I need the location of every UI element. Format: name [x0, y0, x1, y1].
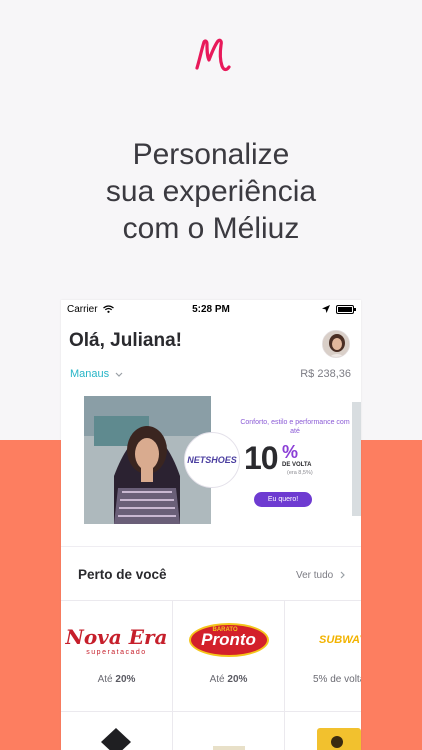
store-card-pronto[interactable]: BARATO Pronto Até 20% — [173, 601, 284, 711]
promo-cta-button[interactable]: Eu quero! — [254, 492, 312, 507]
headline-line-3: com o Méliuz — [122, 212, 300, 245]
store-logo: Nova Era superatacado — [61, 615, 172, 665]
store-card-nova-era[interactable]: Nova Era superatacado Até 20% — [61, 601, 172, 711]
cashback-prefix: Até — [209, 674, 225, 685]
greeting-title: Olá, Juliana! — [69, 330, 182, 351]
netshoes-logo: NETSHOES — [184, 432, 240, 488]
location-arrow-icon — [322, 305, 330, 313]
store-card-partial[interactable] — [285, 712, 361, 750]
next-banner-peek[interactable] — [352, 402, 361, 516]
headline-line-1: Personalize — [132, 138, 290, 171]
store-logo-name: SUBWAY — [319, 634, 361, 646]
chevron-down-icon — [115, 372, 123, 377]
store-card-partial[interactable] — [173, 712, 284, 750]
meliuz-logo-icon — [195, 38, 231, 72]
store-cashback: 5% de volta — [285, 674, 361, 685]
chevron-right-icon — [340, 571, 345, 579]
store-logo-name: Pronto — [201, 630, 256, 649]
cashback-prefix: Até — [97, 674, 113, 685]
promo-percent-sign: % — [282, 442, 299, 462]
see-all-link[interactable]: Ver tudo — [296, 570, 345, 581]
promo-banner[interactable]: NETSHOES Conforto, estilo e performance … — [84, 396, 352, 524]
promo-previous-rate: (era 8,5%) — [287, 470, 313, 476]
avatar[interactable] — [322, 330, 350, 358]
avatar-photo — [323, 331, 349, 357]
promo-suffix: DE VOLTA — [282, 462, 312, 468]
cashback-value: 20% — [115, 674, 136, 685]
store-logo: SUBWAY — [285, 615, 361, 665]
nearby-title: Perto de você — [78, 567, 167, 582]
balance-value[interactable]: R$ 238,36 — [300, 368, 351, 380]
cashback-value: 20% — [227, 674, 248, 685]
store-logo-partial — [101, 728, 131, 750]
store-logo-sub: BARATO — [212, 627, 238, 633]
store-cashback: Até 20% — [173, 674, 284, 685]
promo-tagline: Conforto, estilo e performance com até — [240, 419, 350, 435]
store-logo-sub: superatacado — [86, 648, 147, 656]
phone-screen: Carrier 5:28 PM Olá, Juliana! Manaus R$ … — [61, 300, 361, 750]
cashback-value: 5% de volta — [313, 674, 361, 685]
battery-icon — [336, 305, 356, 314]
promo-percent: 10 — [244, 440, 279, 476]
section-divider — [61, 546, 361, 547]
store-cashback: Até 20% — [61, 674, 172, 685]
headline-line-2: sua experiência — [105, 175, 317, 208]
city-label: Manaus — [70, 368, 110, 380]
city-selector[interactable]: Manaus — [70, 368, 123, 380]
see-all-label: Ver tudo — [295, 570, 334, 581]
status-time: 5:28 PM — [192, 304, 230, 315]
store-logo-partial — [213, 746, 245, 750]
status-bar: Carrier 5:28 PM — [61, 300, 361, 320]
headline: Personalize sua experiência com o Méliuz — [0, 136, 422, 247]
store-card-partial[interactable] — [61, 712, 172, 750]
store-logo-partial — [317, 728, 361, 750]
store-logo: BARATO Pronto — [173, 615, 284, 665]
store-card-subway[interactable]: SUBWAY 5% de volta — [285, 601, 361, 711]
store-logo-name: Nova Era — [65, 624, 168, 649]
